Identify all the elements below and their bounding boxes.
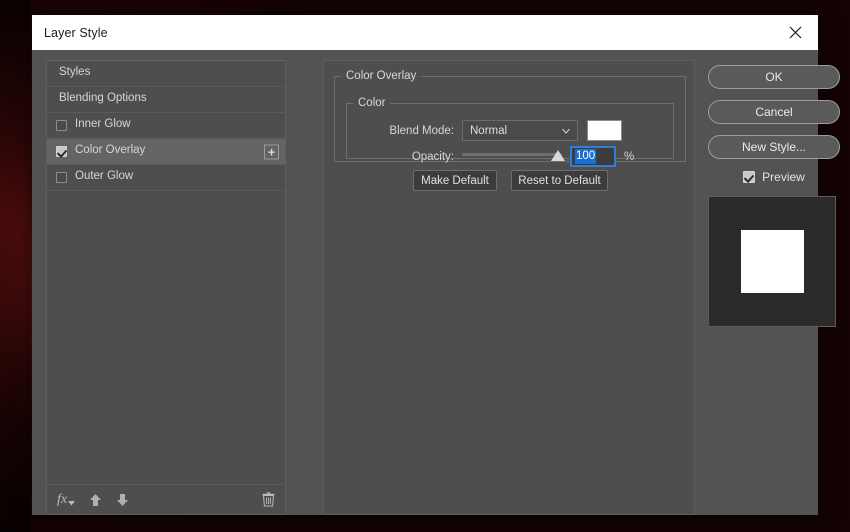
- color-overlay-checkbox[interactable]: [56, 146, 67, 157]
- add-effect-button[interactable]: +: [264, 144, 279, 159]
- outer-glow-checkbox[interactable]: [56, 172, 67, 183]
- sidebar-item-outer-glow[interactable]: Outer Glow: [47, 165, 285, 191]
- color-overlay-group-title: Color Overlay: [341, 70, 421, 82]
- make-default-button[interactable]: Make Default: [413, 170, 497, 191]
- styles-toolbar: fx: [47, 484, 285, 514]
- preview-checkbox-row[interactable]: Preview: [708, 170, 840, 184]
- sidebar-item-inner-glow[interactable]: Inner Glow: [47, 113, 285, 139]
- overlay-color-swatch[interactable]: [587, 120, 622, 141]
- arrow-up-glyph: [89, 493, 102, 507]
- blend-mode-select[interactable]: Normal: [462, 120, 578, 141]
- arrow-down-icon[interactable]: [116, 493, 129, 507]
- dialog-titlebar: Layer Style: [32, 15, 818, 50]
- opacity-slider[interactable]: [462, 148, 562, 166]
- trash-icon[interactable]: [262, 492, 275, 507]
- preview-thumbnail: [708, 196, 836, 327]
- fx-icon[interactable]: fx: [57, 493, 75, 507]
- blend-mode-value: Normal: [470, 125, 507, 137]
- wallpaper-streak: [0, 0, 30, 532]
- sidebar-item-label: Inner Glow: [75, 119, 131, 132]
- reset-to-default-button[interactable]: Reset to Default: [511, 170, 608, 191]
- opacity-row: Opacity: 100 %: [347, 147, 673, 166]
- color-overlay-group: Color Overlay Color Blend Mode: Normal: [334, 70, 686, 162]
- styles-list: Styles Blending Options Inner Glow Color…: [47, 61, 285, 484]
- inner-glow-checkbox[interactable]: [56, 120, 67, 131]
- sidebar-item-label: Color Overlay: [75, 145, 145, 158]
- preview-checkbox[interactable]: [743, 171, 755, 183]
- opacity-value: 100: [575, 149, 596, 164]
- close-glyph: [789, 26, 802, 39]
- blend-mode-row: Blend Mode: Normal: [347, 120, 673, 141]
- arrow-up-icon[interactable]: [89, 493, 102, 507]
- actions-column: OK Cancel New Style... Preview: [708, 65, 840, 327]
- layer-style-dialog: Layer Style Styles Blending Options Inne…: [32, 15, 818, 515]
- sidebar-item-label: Blending Options: [59, 93, 147, 106]
- fx-label: fx: [57, 493, 67, 507]
- color-subgroup: Color Blend Mode: Normal Opacity:: [346, 97, 674, 159]
- styles-panel: Styles Blending Options Inner Glow Color…: [46, 60, 286, 515]
- opacity-input[interactable]: 100: [571, 147, 615, 166]
- new-style-button[interactable]: New Style...: [708, 135, 840, 159]
- opacity-slider-track: [462, 153, 562, 156]
- close-icon[interactable]: [772, 15, 818, 50]
- dialog-title: Layer Style: [44, 26, 108, 40]
- preview-label: Preview: [762, 170, 805, 184]
- preview-shape: [741, 230, 804, 293]
- sidebar-item-color-overlay[interactable]: Color Overlay +: [47, 139, 285, 165]
- dialog-body: Styles Blending Options Inner Glow Color…: [32, 50, 818, 515]
- ok-button[interactable]: OK: [708, 65, 840, 89]
- sidebar-item-label: Styles: [59, 67, 90, 80]
- sidebar-item-styles[interactable]: Styles: [47, 61, 285, 87]
- opacity-label: Opacity:: [347, 151, 454, 163]
- cancel-button[interactable]: Cancel: [708, 100, 840, 124]
- arrow-down-glyph: [116, 493, 129, 507]
- opacity-slider-thumb[interactable]: [551, 150, 565, 161]
- color-subgroup-title: Color: [353, 97, 390, 109]
- fx-chevron-down-icon: [68, 501, 75, 506]
- sidebar-item-label: Outer Glow: [75, 171, 133, 184]
- chevron-down-icon: [562, 127, 570, 135]
- sidebar-item-blending-options[interactable]: Blending Options: [47, 87, 285, 113]
- trash-glyph: [262, 492, 275, 507]
- opacity-unit: %: [624, 151, 634, 163]
- blend-mode-label: Blend Mode:: [347, 125, 454, 137]
- color-overlay-content-panel: Color Overlay Color Blend Mode: Normal: [323, 60, 695, 515]
